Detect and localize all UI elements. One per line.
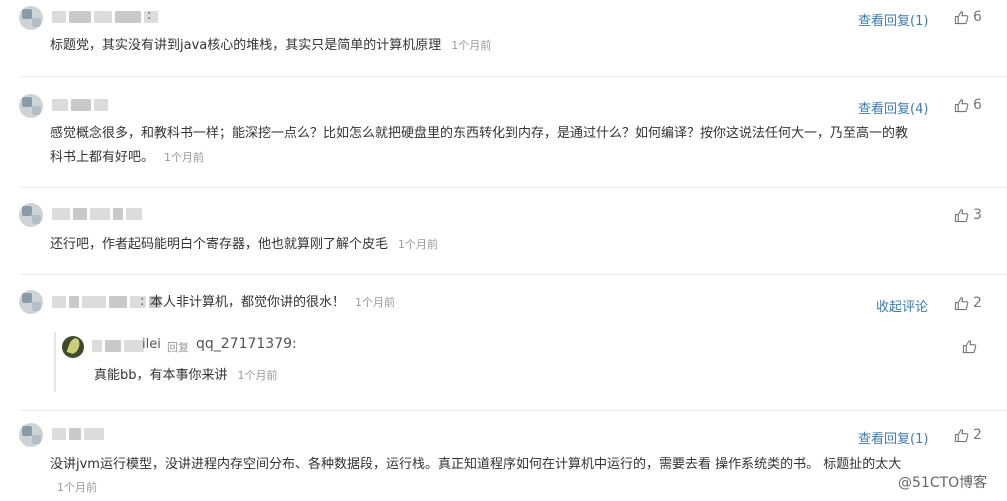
user-avatar[interactable] xyxy=(62,336,84,358)
like-button[interactable]: 3 xyxy=(954,207,982,223)
username-blurred[interactable] xyxy=(52,206,142,222)
collapse-replies-link[interactable]: 收起评论 xyxy=(876,296,928,315)
like-button[interactable]: 2 xyxy=(954,295,982,311)
like-button[interactable]: 2 xyxy=(954,427,982,443)
user-avatar[interactable] xyxy=(19,203,43,227)
reply-target-user[interactable]: qq_27171379: xyxy=(196,336,297,352)
thumbs-up-icon xyxy=(962,339,977,354)
reply-time: 1个月前 xyxy=(237,369,278,382)
comment-text: 没讲jvm运行模型，没讲进程内存空间分布、各种数据段，运行栈。真正知道程序如何在… xyxy=(50,457,902,472)
comment-text: 本人非计算机，都觉你讲的很水！ 1个月前 xyxy=(150,295,396,310)
divider xyxy=(20,76,1007,77)
comment-time: 1个月前 xyxy=(398,238,439,251)
reply-username-suffix[interactable]: ilei xyxy=(142,337,161,352)
comment-time-line: 1个月前 xyxy=(47,476,97,500)
comment-time: 1个月前 xyxy=(451,39,492,52)
comment-time: 1个月前 xyxy=(355,296,396,309)
view-replies-link[interactable]: 查看回复(4) xyxy=(858,98,928,117)
like-count: 6 xyxy=(973,97,982,113)
user-avatar[interactable] xyxy=(19,290,43,314)
like-count: 6 xyxy=(973,9,982,25)
thumbs-up-icon xyxy=(954,208,969,223)
reply-text: 真能bb，有本事你来讲 1个月前 xyxy=(94,368,278,383)
view-replies-link[interactable]: 查看回复(1) xyxy=(858,10,928,29)
username-colon: : xyxy=(140,294,145,309)
comment-text: 标题党，其实没有讲到java核心的堆栈，其实只是简单的计算机原理 1个月前 xyxy=(50,38,492,53)
username-blurred[interactable] xyxy=(52,426,104,442)
thumbs-up-icon xyxy=(954,10,969,25)
like-button[interactable] xyxy=(962,339,977,354)
comment-text: 还行吧，作者起码能明白个寄存器，他也就算刚了解个皮毛 1个月前 xyxy=(50,237,439,252)
site-watermark: @51CTO博客 xyxy=(898,475,988,491)
username-blurred[interactable] xyxy=(52,294,161,310)
user-avatar[interactable] xyxy=(19,6,43,30)
like-count: 2 xyxy=(973,427,982,443)
reply-label: 回复 xyxy=(167,341,189,354)
thumbs-up-icon xyxy=(954,98,969,113)
like-count: 2 xyxy=(973,295,982,311)
username-blurred[interactable] xyxy=(52,97,108,113)
like-button[interactable]: 6 xyxy=(954,97,982,113)
divider xyxy=(20,187,1007,188)
username-blurred[interactable] xyxy=(52,9,158,25)
divider xyxy=(20,410,1007,411)
divider xyxy=(20,274,1007,275)
thumbs-up-icon xyxy=(954,428,969,443)
comment-time: 1个月前 xyxy=(164,151,205,164)
user-avatar[interactable] xyxy=(19,94,43,118)
username-colon: : xyxy=(147,8,152,23)
user-avatar[interactable] xyxy=(19,423,43,447)
thumbs-up-icon xyxy=(954,296,969,311)
like-button[interactable]: 6 xyxy=(954,9,982,25)
username-blurred[interactable] xyxy=(92,338,144,354)
comment-text: 感觉概念很多，和教科书一样；能深挖一点么？比如怎么就把硬盘里的东西转化到内存，是… xyxy=(50,126,909,165)
like-count: 3 xyxy=(973,207,982,223)
view-replies-link[interactable]: 查看回复(1) xyxy=(858,428,928,447)
comment-time: 1个月前 xyxy=(57,481,97,494)
